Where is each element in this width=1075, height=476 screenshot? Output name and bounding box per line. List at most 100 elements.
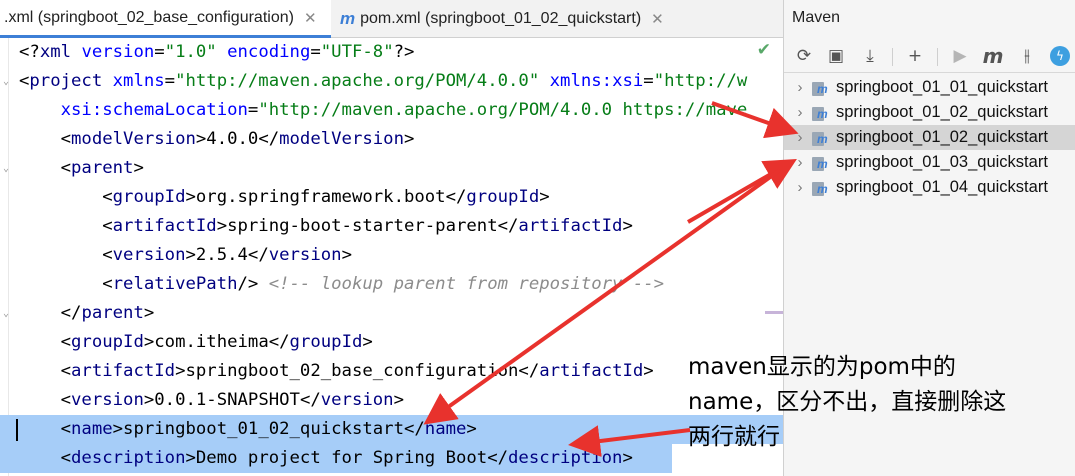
- maven-module-icon: m: [810, 129, 832, 147]
- code-token: <: [19, 216, 113, 236]
- maven-module-icon: m: [810, 104, 832, 122]
- code-token: xmlns: [112, 71, 165, 91]
- code-token: version: [320, 390, 394, 410]
- maven-project-item[interactable]: › m springboot_01_01_quickstart: [784, 75, 1075, 100]
- code-token: <: [19, 158, 72, 178]
- code-token: >: [643, 361, 654, 381]
- annotation-note: maven显示的为pom中的 name，区分不出，直接删除这 两行就行: [688, 350, 1073, 455]
- close-icon[interactable]: ✕: [304, 9, 317, 27]
- maven-project-label: springboot_01_01_quickstart: [836, 78, 1048, 96]
- chevron-right-icon[interactable]: ›: [784, 129, 810, 146]
- code-token: xsi:schemaLocation: [60, 100, 248, 120]
- code-token: xmlns:xsi: [549, 71, 644, 91]
- close-icon[interactable]: ✕: [651, 10, 664, 28]
- tab-base-configuration-pom[interactable]: .xml (springboot_02_base_configuration) …: [0, 0, 331, 38]
- fold-icon[interactable]: ⌄: [3, 299, 9, 328]
- code-line[interactable]: <name>springboot_01_02_quickstart</name>: [0, 415, 783, 444]
- plus-icon[interactable]: +: [903, 44, 927, 68]
- code-line[interactable]: <version>0.0.1-SNAPSHOT</version>: [0, 386, 783, 415]
- fold-icon[interactable]: ⌄: [3, 67, 9, 96]
- code-token: artifactId: [539, 361, 644, 381]
- code-line[interactable]: <modelVersion>4.0.0</modelVersion>: [0, 125, 783, 154]
- code-token: groupId: [466, 187, 540, 207]
- maven-toolbar: ⟳ ▣ ⤓ + ▶ m ⫲ ϟ: [784, 38, 1075, 73]
- chevron-right-icon[interactable]: ›: [784, 154, 810, 171]
- code-token: modelVersion: [71, 129, 196, 149]
- fold-icon[interactable]: ⌄: [3, 154, 9, 183]
- toggle-offline-icon[interactable]: ⫲: [1015, 44, 1039, 68]
- code-line[interactable]: <groupId>com.itheima</groupId>: [0, 328, 783, 357]
- tab-label: .xml (springboot_02_base_configuration): [4, 8, 294, 26]
- maven-project-item[interactable]: › m springboot_01_02_quickstart: [784, 125, 1075, 150]
- code-token: artifactId: [71, 361, 176, 381]
- code-token: <: [19, 187, 113, 207]
- code-token: =: [154, 42, 165, 62]
- code-token: version: [112, 245, 186, 265]
- maven-project-label: springboot_01_03_quickstart: [836, 153, 1048, 171]
- code-token: >: [143, 303, 155, 323]
- code-token: >4.0.0</: [195, 129, 280, 149]
- code-token: version: [81, 42, 155, 62]
- code-token: >: [466, 419, 477, 439]
- code-token: <?: [19, 42, 40, 62]
- code-line[interactable]: <relativePath/> <!-- lookup parent from …: [0, 270, 783, 299]
- code-line[interactable]: xsi:schemaLocation="http://maven.apache.…: [0, 96, 783, 125]
- code-token: "http://maven.apache.org/POM/4.0.0": [175, 71, 550, 91]
- code-token: =: [247, 100, 259, 120]
- code-editor[interactable]: ✔ <?xml version="1.0" encoding="UTF-8"?>…: [0, 38, 783, 476]
- code-token: <: [19, 390, 72, 410]
- code-token: />: [237, 274, 269, 294]
- code-token: project: [29, 71, 113, 91]
- code-line[interactable]: <groupId>org.springframework.boot</group…: [0, 183, 783, 212]
- code-token: <: [19, 332, 72, 352]
- code-token: <: [19, 419, 72, 439]
- code-token: =: [310, 42, 321, 62]
- chevron-right-icon[interactable]: ›: [784, 179, 810, 196]
- code-token: <: [19, 361, 72, 381]
- code-token: =: [643, 71, 654, 91]
- maven-module-icon: m: [810, 79, 832, 97]
- code-line[interactable]: <artifactId>springboot_02_base_configura…: [0, 357, 783, 386]
- download-icon[interactable]: ⤓: [858, 44, 882, 68]
- run-icon[interactable]: ▶: [948, 44, 972, 68]
- code-token: version: [71, 390, 144, 410]
- code-token: relativePath: [112, 274, 238, 294]
- chevron-right-icon[interactable]: ›: [784, 104, 810, 121]
- code-token: name: [424, 419, 467, 439]
- code-token: >2.5.4</: [185, 245, 269, 265]
- code-token: <: [19, 245, 113, 265]
- maven-project-item[interactable]: › m springboot_01_02_quickstart: [784, 100, 1075, 125]
- code-token: "http://maven.apache.org/POM/4.0.0 https…: [258, 100, 748, 120]
- maven-project-item[interactable]: › m springboot_01_04_quickstart: [784, 175, 1075, 200]
- code-token: groupId: [112, 187, 186, 207]
- code-token: >: [362, 332, 373, 352]
- code-line[interactable]: <?xml version="1.0" encoding="UTF-8"?>: [0, 38, 783, 67]
- code-token: parent: [81, 303, 144, 323]
- maven-project-item[interactable]: › m springboot_01_03_quickstart: [784, 150, 1075, 175]
- code-line[interactable]: <description>Demo project for Spring Boo…: [0, 444, 672, 473]
- code-token: artifactId: [518, 216, 623, 236]
- tab-quickstart-pom[interactable]: m pom.xml (springboot_01_02_quickstart) …: [332, 0, 690, 38]
- chevron-right-icon[interactable]: ›: [784, 79, 810, 96]
- code-line[interactable]: <artifactId>spring-boot-starter-parent</…: [0, 212, 783, 241]
- maven-module-icon: m: [810, 154, 832, 172]
- maven-module-icon: m: [810, 179, 832, 197]
- maven-goal-icon[interactable]: m: [981, 44, 1005, 68]
- code-token: artifactId: [112, 216, 217, 236]
- lightning-icon[interactable]: ϟ: [1048, 44, 1072, 68]
- add-folder-icon[interactable]: ▣: [824, 44, 848, 68]
- refresh-icon[interactable]: ⟳: [792, 44, 816, 68]
- maven-project-label: springboot_01_02_quickstart: [836, 128, 1048, 146]
- code-token: "1.0": [164, 42, 228, 62]
- text-caret: [16, 419, 18, 441]
- editor-tab-bar: .xml (springboot_02_base_configuration) …: [0, 0, 783, 38]
- code-line[interactable]: </parent> ⌄: [0, 299, 783, 328]
- code-token: >0.0.1-SNAPSHOT</: [143, 390, 321, 410]
- code-line[interactable]: <project xmlns="http://maven.apache.org/…: [0, 67, 783, 96]
- code-token: groupId: [71, 332, 144, 352]
- code-token: >: [622, 216, 633, 236]
- code-line[interactable]: <version>2.5.4</version>: [0, 241, 783, 270]
- code-token: >Demo project for Spring Boot</: [185, 448, 509, 468]
- code-token: >: [133, 158, 144, 178]
- code-line[interactable]: <parent> ⌄: [0, 154, 783, 183]
